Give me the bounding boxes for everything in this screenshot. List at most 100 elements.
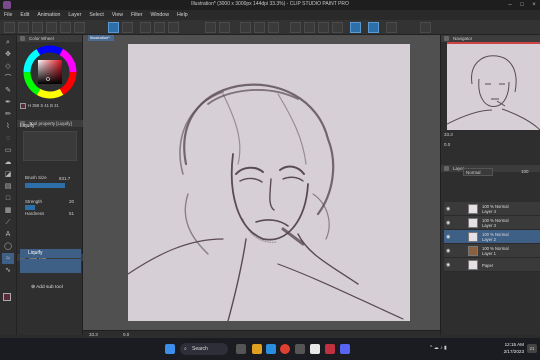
rotate-icon[interactable] [168,22,179,33]
lasso-tool-icon[interactable]: ⌒ [2,73,14,84]
deselect-icon[interactable] [304,22,315,33]
trim-icon[interactable] [254,22,265,33]
snap-icon[interactable] [332,22,343,33]
open-icon[interactable] [32,22,43,33]
grid-snap-icon[interactable] [386,22,397,33]
eye-icon[interactable]: ◉ [446,206,450,212]
figure-tool-icon[interactable]: □ [2,193,14,204]
canvas-paper[interactable] [127,44,410,322]
save-icon[interactable] [46,22,57,33]
select-all-icon[interactable] [290,22,301,33]
cursor-icon[interactable] [108,22,119,33]
tray-icons[interactable]: ^ ☁ ♪ ▮ [430,345,447,351]
clock-time[interactable]: 12:15 AM [496,342,524,347]
file-explorer-icon[interactable] [252,344,262,354]
layer-row[interactable]: ◉ 100 % Normal Layer 4 [444,202,540,216]
liquify-mode-buttons[interactable] [23,131,77,161]
sub-tool-item-liquify[interactable]: Liquify [20,249,81,258]
flip-icon[interactable] [154,22,165,33]
chrome-icon[interactable] [280,344,290,354]
frame-tool-icon[interactable]: ▦ [2,205,14,216]
main-color-swatch[interactable] [3,293,11,301]
layer-row[interactable]: ◉ 100 % Normal Layer 3 [444,216,540,230]
settings-icon[interactable] [420,22,431,33]
document-tab[interactable]: Illustration* [88,35,114,41]
menu-file[interactable]: File [4,12,12,18]
store-icon[interactable] [295,344,305,354]
ruler-snap-icon[interactable] [350,22,361,33]
menu-filter[interactable]: Filter [131,12,143,18]
liquify-tool-icon[interactable]: ≈ [2,253,14,264]
task-view-icon[interactable] [236,344,246,354]
hardness-value[interactable]: 51 [69,211,74,216]
transform-icon[interactable] [140,22,151,33]
eye-icon[interactable]: ◉ [446,234,450,240]
pencil-tool-icon[interactable]: ✏ [2,109,14,120]
brush-tool-icon[interactable]: ⌇ [2,121,14,132]
navigator-preview[interactable] [446,42,540,131]
app-icon[interactable] [325,344,335,354]
ruler-tool-icon[interactable]: ⟋ [2,217,14,228]
blend-tool-icon[interactable]: ☁ [2,157,14,168]
strength-value[interactable]: 20 [69,199,74,204]
menu-window[interactable]: Window [150,12,168,18]
navigator-rotation[interactable]: 0.0 [444,142,450,147]
correct-line-tool-icon[interactable]: ∿ [2,265,14,276]
home-icon[interactable] [4,22,15,33]
invert-selection-icon[interactable] [318,22,329,33]
eye-icon[interactable]: ◉ [446,262,450,268]
zoom-tool-icon[interactable]: ⌕ [2,37,14,48]
maximize-icon[interactable]: □ [516,0,528,10]
minimize-icon[interactable]: – [504,0,516,10]
grid-icon[interactable] [74,22,85,33]
redo-icon[interactable] [219,22,230,33]
brush-size-slider[interactable] [25,183,65,188]
search-box[interactable]: ⌕ Search [180,343,228,355]
fill-tool-icon[interactable]: ◪ [2,169,14,180]
new-file-icon[interactable] [18,22,29,33]
clear-icon[interactable] [240,22,251,33]
menu-select[interactable]: Select [89,12,103,18]
edge-icon[interactable] [266,344,276,354]
brush-size-value[interactable]: 831.7 [59,176,70,181]
discord-icon[interactable] [340,344,350,354]
menu-help[interactable]: Help [177,12,188,18]
clip-studio-icon[interactable] [310,344,320,354]
menu-edit[interactable]: Edit [20,12,29,18]
eyedropper-tool-icon[interactable]: ✎ [2,85,14,96]
pen-tool-icon[interactable]: ✒ [2,97,14,108]
menu-view[interactable]: View [112,12,123,18]
text-tool-icon[interactable]: A [2,229,14,240]
eraser-tool-icon[interactable]: ▭ [2,145,14,156]
notification-badge[interactable]: 21 [527,344,537,353]
dropdown-icon[interactable] [122,22,133,33]
move-tool-icon[interactable]: ✥ [2,49,14,60]
layer-row[interactable]: ◉ 100 % Normal Layer 1 [444,244,540,258]
blend-mode-select[interactable]: Normal [463,168,493,176]
start-icon[interactable] [165,344,175,354]
eye-icon[interactable]: ◉ [446,220,450,226]
status-zoom[interactable]: 33.3 [89,332,98,337]
undo-icon[interactable] [205,22,216,33]
airbrush-tool-icon[interactable]: ◌ [2,133,14,144]
opacity-value[interactable]: 100 [521,169,529,174]
add-sub-tool-button[interactable]: ⊕ Add sub tool [31,285,63,290]
eye-icon[interactable]: ◉ [446,248,450,254]
menu-animation[interactable]: Animation [37,12,60,18]
sub-tool-item-selected[interactable] [20,259,81,273]
menu-layer[interactable]: Layer [68,12,81,18]
layer-row[interactable]: ◉ Paper [444,258,540,272]
navigator-tab[interactable]: Navigator [441,35,540,42]
layer-row-selected[interactable]: ◉ 100 % Normal Layer 2 [444,230,540,244]
gradient-tool-icon[interactable]: ▤ [2,181,14,192]
close-icon[interactable]: × [528,0,540,10]
color-wheel-tab[interactable]: Color Wheel [17,35,82,42]
scale-icon[interactable] [60,22,71,33]
special-ruler-icon[interactable] [368,22,379,33]
clock-date[interactable]: 2/17/2023 [496,349,524,354]
fill-icon[interactable] [268,22,279,33]
status-rotation[interactable]: 0.0 [123,332,129,337]
select-tool-icon[interactable]: ◇ [2,61,14,72]
balloon-tool-icon[interactable]: ◯ [2,241,14,252]
strength-slider[interactable] [25,205,35,210]
